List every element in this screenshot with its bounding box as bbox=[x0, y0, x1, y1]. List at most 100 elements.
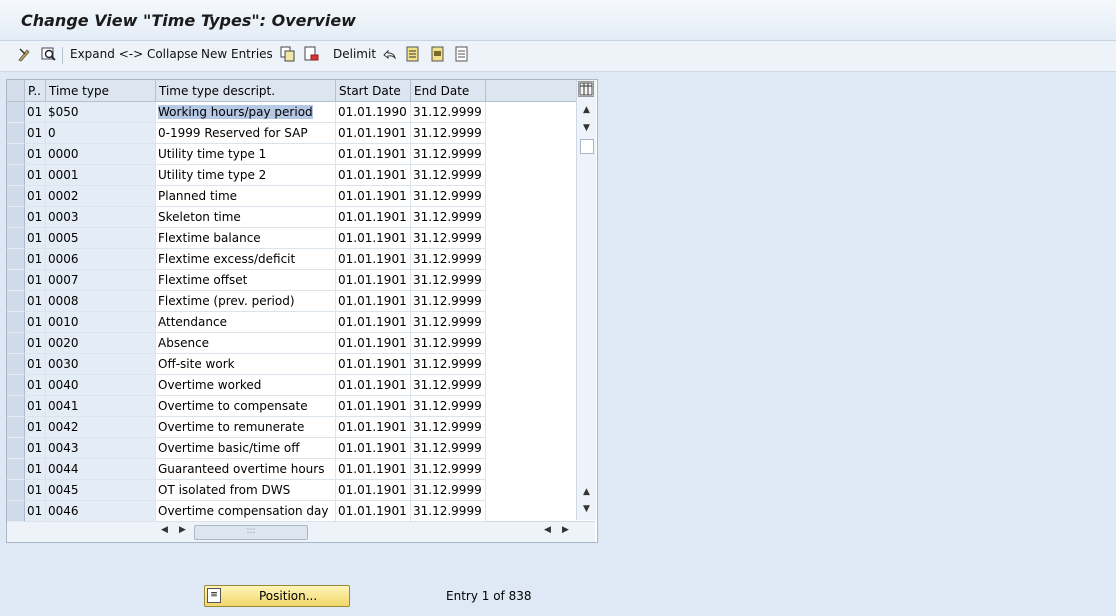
cell-time-type[interactable]: 0006 bbox=[46, 249, 156, 270]
cell-time-type[interactable]: 0003 bbox=[46, 207, 156, 228]
position-button[interactable]: ≡ Position... bbox=[204, 585, 350, 607]
cell-period[interactable]: 01 bbox=[25, 438, 46, 459]
cell-start-date[interactable]: 01.01.1901 bbox=[336, 417, 411, 438]
cell-time-type[interactable]: 0007 bbox=[46, 270, 156, 291]
row-selector[interactable] bbox=[7, 102, 25, 123]
cell-period[interactable]: 01 bbox=[25, 333, 46, 354]
cell-time-type[interactable]: 0008 bbox=[46, 291, 156, 312]
cell-period[interactable]: 01 bbox=[25, 396, 46, 417]
scroll-right-icon[interactable]: ▶ bbox=[179, 525, 186, 535]
select-all-icon[interactable] bbox=[404, 45, 422, 63]
cell-start-date[interactable]: 01.01.1990 bbox=[336, 102, 411, 123]
cell-start-date[interactable]: 01.01.1901 bbox=[336, 480, 411, 501]
cell-start-date[interactable]: 01.01.1901 bbox=[336, 375, 411, 396]
row-selector[interactable] bbox=[7, 354, 25, 375]
cell-description[interactable]: Flextime offset bbox=[156, 270, 336, 291]
cell-end-date[interactable]: 31.12.9999 bbox=[411, 438, 486, 459]
cell-end-date[interactable]: 31.12.9999 bbox=[411, 354, 486, 375]
cell-time-type[interactable]: 0 bbox=[46, 123, 156, 144]
row-selector[interactable] bbox=[7, 123, 25, 144]
cell-start-date[interactable]: 01.01.1901 bbox=[336, 354, 411, 375]
cell-end-date[interactable]: 31.12.9999 bbox=[411, 417, 486, 438]
cell-end-date[interactable]: 31.12.9999 bbox=[411, 333, 486, 354]
cell-end-date[interactable]: 31.12.9999 bbox=[411, 396, 486, 417]
cell-description[interactable]: Overtime to remunerate bbox=[156, 417, 336, 438]
cell-end-date[interactable]: 31.12.9999 bbox=[411, 312, 486, 333]
cell-time-type[interactable]: 0045 bbox=[46, 480, 156, 501]
cell-time-type[interactable]: 0010 bbox=[46, 312, 156, 333]
cell-end-date[interactable]: 31.12.9999 bbox=[411, 480, 486, 501]
cell-end-date[interactable]: 31.12.9999 bbox=[411, 186, 486, 207]
cell-start-date[interactable]: 01.01.1901 bbox=[336, 228, 411, 249]
cell-time-type[interactable]: 0043 bbox=[46, 438, 156, 459]
cell-description[interactable]: 0-1999 Reserved for SAP bbox=[156, 123, 336, 144]
cell-end-date[interactable]: 31.12.9999 bbox=[411, 228, 486, 249]
cell-time-type[interactable]: 0040 bbox=[46, 375, 156, 396]
row-selector[interactable] bbox=[7, 501, 25, 522]
cell-description[interactable]: Working hours/pay period bbox=[156, 102, 336, 123]
cell-end-date[interactable]: 31.12.9999 bbox=[411, 501, 486, 522]
row-selector[interactable] bbox=[7, 312, 25, 333]
cell-start-date[interactable]: 01.01.1901 bbox=[336, 333, 411, 354]
cell-period[interactable]: 01 bbox=[25, 144, 46, 165]
delimit-button[interactable]: Delimit bbox=[333, 47, 376, 61]
cell-description[interactable]: Overtime basic/time off bbox=[156, 438, 336, 459]
display-change-icon[interactable] bbox=[16, 45, 34, 63]
cell-description[interactable]: Utility time type 2 bbox=[156, 165, 336, 186]
delete-icon[interactable] bbox=[302, 45, 320, 63]
cell-start-date[interactable]: 01.01.1901 bbox=[336, 291, 411, 312]
cell-description[interactable]: Planned time bbox=[156, 186, 336, 207]
cell-start-date[interactable]: 01.01.1901 bbox=[336, 249, 411, 270]
row-selector[interactable] bbox=[7, 417, 25, 438]
cell-end-date[interactable]: 31.12.9999 bbox=[411, 291, 486, 312]
cell-end-date[interactable]: 31.12.9999 bbox=[411, 459, 486, 480]
cell-time-type[interactable]: $050 bbox=[46, 102, 156, 123]
cell-period[interactable]: 01 bbox=[25, 459, 46, 480]
cell-end-date[interactable]: 31.12.9999 bbox=[411, 144, 486, 165]
cell-description[interactable]: Overtime to compensate bbox=[156, 396, 336, 417]
cell-period[interactable]: 01 bbox=[25, 291, 46, 312]
cell-period[interactable]: 01 bbox=[25, 186, 46, 207]
cell-time-type[interactable]: 0044 bbox=[46, 459, 156, 480]
cell-start-date[interactable]: 01.01.1901 bbox=[336, 396, 411, 417]
cell-end-date[interactable]: 31.12.9999 bbox=[411, 249, 486, 270]
undo-change-icon[interactable] bbox=[381, 45, 399, 63]
row-selector[interactable] bbox=[7, 207, 25, 228]
horizontal-scroll-thumb[interactable]: ::: bbox=[194, 525, 308, 540]
copy-as-icon[interactable] bbox=[279, 45, 297, 63]
cell-time-type[interactable]: 0020 bbox=[46, 333, 156, 354]
column-header-time-type[interactable]: Time type bbox=[46, 80, 156, 102]
find-icon[interactable] bbox=[40, 45, 58, 63]
row-selector[interactable] bbox=[7, 396, 25, 417]
cell-start-date[interactable]: 01.01.1901 bbox=[336, 144, 411, 165]
row-selector[interactable] bbox=[7, 186, 25, 207]
row-selector[interactable] bbox=[7, 333, 25, 354]
cell-start-date[interactable]: 01.01.1901 bbox=[336, 312, 411, 333]
cell-period[interactable]: 01 bbox=[25, 165, 46, 186]
cell-time-type[interactable]: 0030 bbox=[46, 354, 156, 375]
cell-end-date[interactable]: 31.12.9999 bbox=[411, 123, 486, 144]
cell-period[interactable]: 01 bbox=[25, 354, 46, 375]
horizontal-scrollbar[interactable]: ◀ ▶ ::: ◀ ▶ bbox=[7, 521, 595, 542]
cell-description[interactable]: Overtime worked bbox=[156, 375, 336, 396]
row-selector[interactable] bbox=[7, 165, 25, 186]
cell-start-date[interactable]: 01.01.1901 bbox=[336, 438, 411, 459]
cell-description[interactable]: Skeleton time bbox=[156, 207, 336, 228]
column-header-start-date[interactable]: Start Date bbox=[336, 80, 411, 102]
cell-description[interactable]: OT isolated from DWS bbox=[156, 480, 336, 501]
cell-description[interactable]: Flextime (prev. period) bbox=[156, 291, 336, 312]
cell-start-date[interactable]: 01.01.1901 bbox=[336, 459, 411, 480]
cell-period[interactable]: 01 bbox=[25, 375, 46, 396]
cell-end-date[interactable]: 31.12.9999 bbox=[411, 207, 486, 228]
cell-period[interactable]: 01 bbox=[25, 228, 46, 249]
expand-collapse-button[interactable]: Expand <-> Collapse bbox=[70, 47, 198, 61]
cell-time-type[interactable]: 0041 bbox=[46, 396, 156, 417]
cell-time-type[interactable]: 0002 bbox=[46, 186, 156, 207]
cell-period[interactable]: 01 bbox=[25, 123, 46, 144]
cell-end-date[interactable]: 31.12.9999 bbox=[411, 102, 486, 123]
cell-period[interactable]: 01 bbox=[25, 270, 46, 291]
cell-period[interactable]: 01 bbox=[25, 102, 46, 123]
cell-description[interactable]: Off-site work bbox=[156, 354, 336, 375]
row-selector[interactable] bbox=[7, 249, 25, 270]
cell-period[interactable]: 01 bbox=[25, 417, 46, 438]
